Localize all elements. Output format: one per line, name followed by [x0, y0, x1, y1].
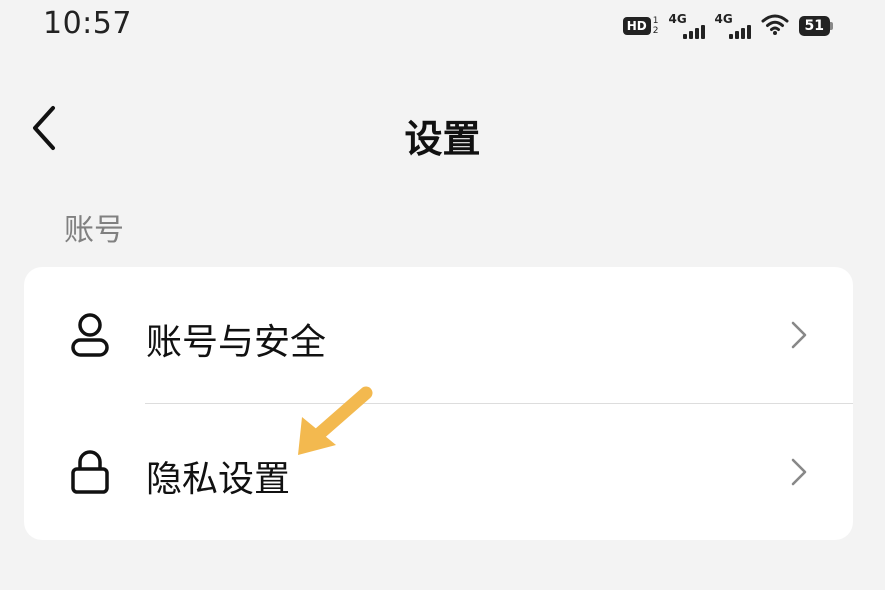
hd-label: HD	[622, 17, 651, 35]
chevron-right-icon	[789, 320, 809, 350]
hd-sub-bottom: 2	[652, 26, 659, 36]
user-icon	[68, 311, 112, 359]
page-title: 设置	[404, 117, 481, 161]
sim1-network-label: 4G	[668, 12, 687, 26]
hd-sub-top: 1	[652, 16, 659, 26]
sim2-network-label: 4G	[714, 12, 733, 26]
list-item-label: 隐私设置	[146, 459, 291, 500]
list-item-label: 账号与安全	[146, 322, 327, 363]
sim2-signal-icon: 4G	[715, 13, 751, 39]
wifi-icon	[761, 12, 789, 40]
hd-indicator: HD 1 2	[622, 16, 659, 36]
top-navigation-bar: 设置	[0, 90, 885, 170]
status-time: 10:57	[43, 6, 132, 41]
settings-card: 账号与安全 隐私设置	[24, 267, 853, 540]
section-label-account: 账号	[64, 213, 124, 248]
battery-level: 51	[798, 16, 830, 36]
lock-icon	[68, 448, 112, 496]
hd-sub: 1 2	[653, 16, 659, 36]
status-icons: HD 1 2 4G 4G 51	[622, 10, 833, 42]
status-bar: 10:57 HD 1 2 4G 4G 51	[0, 0, 885, 56]
list-item-privacy-settings[interactable]: 隐私设置	[24, 404, 853, 540]
chevron-right-icon	[789, 457, 809, 487]
sim1-signal-icon: 4G	[669, 13, 705, 39]
battery-icon: 51	[798, 16, 833, 36]
list-item-account-security[interactable]: 账号与安全	[24, 267, 853, 403]
